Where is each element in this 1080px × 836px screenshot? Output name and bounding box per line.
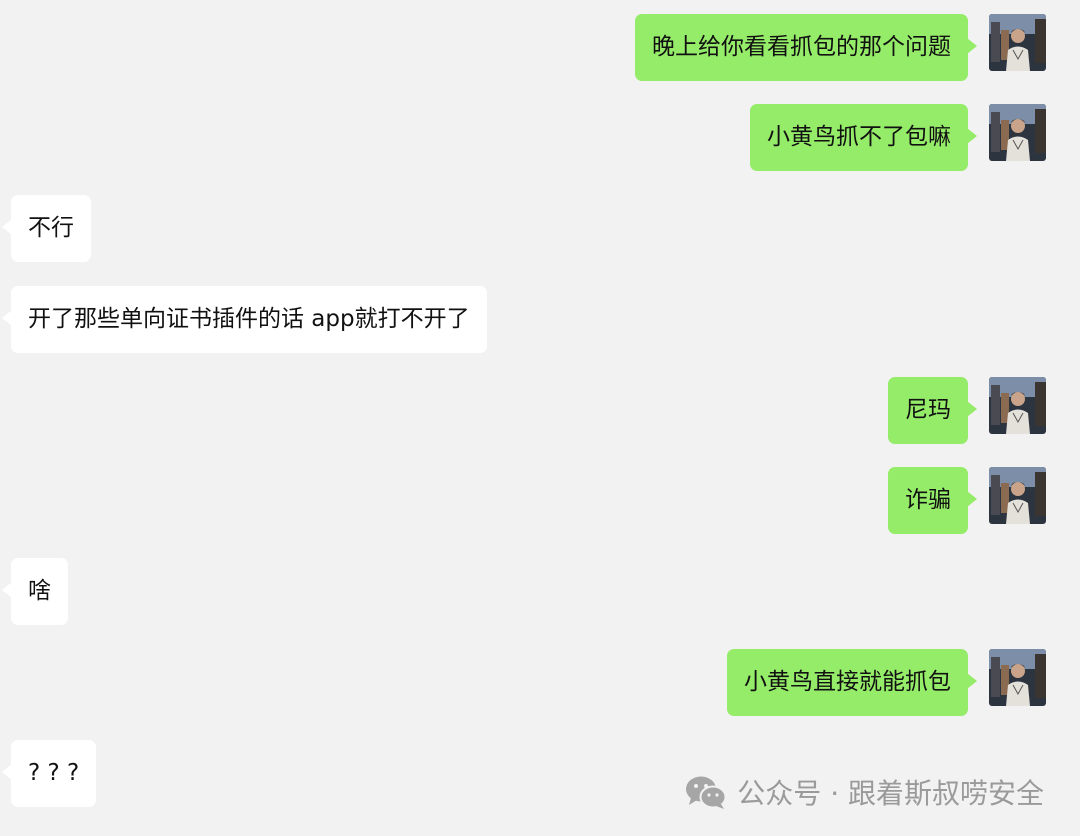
watermark: 公众号 · 跟着斯叔唠安全 <box>685 772 1044 812</box>
avatar[interactable] <box>989 14 1046 71</box>
received-message-bubble[interactable]: ? ? ? <box>1 740 97 807</box>
received-message-bubble[interactable]: 不行 <box>2 195 91 262</box>
avatar-photo <box>989 467 1046 524</box>
avatar[interactable] <box>989 467 1046 524</box>
chat-window: 晚上给你看看抓包的那个问题 小黄鸟抓不了包嘛 不行 开了那些单向证书插件的话 a… <box>0 0 1080 836</box>
sent-message-bubble[interactable]: 晚上给你看看抓包的那个问题 <box>635 14 977 81</box>
avatar[interactable] <box>989 104 1046 161</box>
avatar-photo <box>989 104 1046 161</box>
wechat-icon <box>686 776 727 809</box>
sent-message-bubble[interactable]: 小黄鸟直接就能抓包 <box>727 649 977 716</box>
watermark-text: 公众号 · 跟着斯叔唠安全 <box>737 777 1044 810</box>
avatar-photo <box>989 649 1046 706</box>
sent-message-bubble[interactable]: 小黄鸟抓不了包嘛 <box>750 104 977 171</box>
avatar-photo <box>989 377 1046 434</box>
received-message-bubble[interactable]: 啥 <box>2 558 68 625</box>
avatar[interactable] <box>989 377 1046 434</box>
received-message-bubble[interactable]: 开了那些单向证书插件的话 app就打不开了 <box>2 286 487 353</box>
sent-message-bubble[interactable]: 诈骗 <box>888 467 977 534</box>
avatar[interactable] <box>989 649 1046 706</box>
avatar-photo <box>989 14 1046 71</box>
sent-message-bubble[interactable]: 尼玛 <box>888 377 977 444</box>
